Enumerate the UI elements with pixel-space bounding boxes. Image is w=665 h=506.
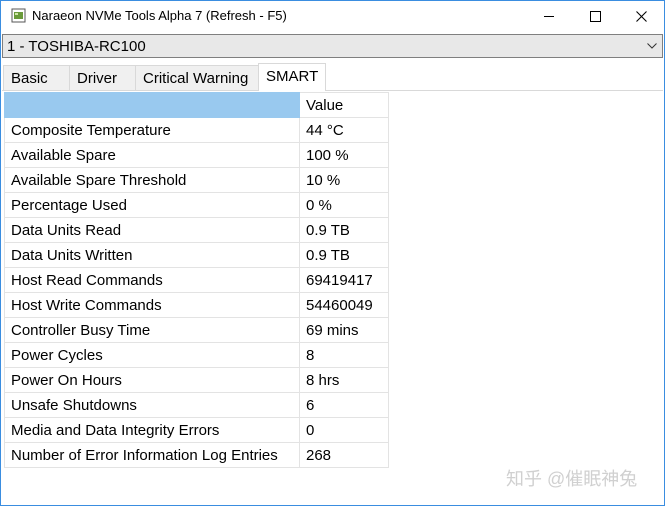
attribute-name[interactable]: Data Units Written [4, 242, 300, 268]
tab-critical-warning-label: Critical Warning [143, 70, 249, 87]
device-select-value: 1 - TOSHIBA-RC100 [7, 38, 146, 55]
attribute-value[interactable]: 6 [299, 392, 389, 418]
attribute-name[interactable]: Power On Hours [4, 367, 300, 393]
app-window: Naraeon NVMe Tools Alpha 7 (Refresh - F5… [0, 0, 665, 506]
table-row[interactable]: Available Spare Threshold 10 % [4, 167, 389, 193]
attribute-value[interactable]: 0.9 TB [299, 242, 389, 268]
table-row[interactable]: Media and Data Integrity Errors 0 [4, 417, 389, 443]
attribute-value[interactable]: 8 hrs [299, 367, 389, 393]
attribute-value[interactable]: 10 % [299, 167, 389, 193]
table-row[interactable]: Host Write Commands 54460049 [4, 292, 389, 318]
attribute-name[interactable]: Host Read Commands [4, 267, 300, 293]
table-row[interactable]: Unsafe Shutdowns 6 [4, 392, 389, 418]
smart-grid[interactable]: Value Composite Temperature 44 °C Availa… [4, 92, 389, 468]
attribute-name[interactable]: Number of Error Information Log Entries [4, 442, 300, 468]
attribute-name[interactable]: Media and Data Integrity Errors [4, 417, 300, 443]
tab-driver-label: Driver [77, 70, 117, 87]
attribute-value[interactable]: 0.9 TB [299, 217, 389, 243]
attribute-value[interactable]: 0 % [299, 192, 389, 218]
tab-driver[interactable]: Driver [69, 65, 136, 90]
attribute-name[interactable]: Percentage Used [4, 192, 300, 218]
watermark: 知乎 @催眠神兔 [506, 469, 638, 489]
attribute-value[interactable]: 268 [299, 442, 389, 468]
attribute-name[interactable]: Data Units Read [4, 217, 300, 243]
table-row[interactable]: Data Units Read 0.9 TB [4, 217, 389, 243]
close-button[interactable] [618, 1, 664, 31]
table-row[interactable]: Host Read Commands 69419417 [4, 267, 389, 293]
tab-critical-warning[interactable]: Critical Warning [135, 65, 259, 90]
tab-smart[interactable]: SMART [258, 63, 326, 91]
table-row[interactable]: Power On Hours 8 hrs [4, 367, 389, 393]
attribute-name[interactable]: Host Write Commands [4, 292, 300, 318]
table-row[interactable]: Power Cycles 8 [4, 342, 389, 368]
tab-smart-label: SMART [266, 68, 319, 85]
table-row[interactable]: Composite Temperature 44 °C [4, 117, 389, 143]
window-title: Naraeon NVMe Tools Alpha 7 (Refresh - F5… [32, 8, 287, 23]
table-row[interactable]: Data Units Written 0.9 TB [4, 242, 389, 268]
attribute-value[interactable]: 69 mins [299, 317, 389, 343]
attribute-name[interactable]: Available Spare [4, 142, 300, 168]
attribute-value[interactable]: 0 [299, 417, 389, 443]
smart-panel: Value Composite Temperature 44 °C Availa… [2, 91, 663, 505]
attribute-value[interactable]: 44 °C [299, 117, 389, 143]
grid-corner-cell[interactable] [4, 92, 300, 118]
table-row[interactable]: Number of Error Information Log Entries … [4, 442, 389, 468]
tab-basic-label: Basic [11, 70, 48, 87]
app-icon [11, 8, 26, 23]
attribute-value[interactable]: 69419417 [299, 267, 389, 293]
table-row[interactable]: Percentage Used 0 % [4, 192, 389, 218]
grid-header-row: Value [4, 92, 389, 118]
table-row[interactable]: Available Spare 100 % [4, 142, 389, 168]
minimize-button[interactable] [526, 1, 572, 31]
tab-basic[interactable]: Basic [3, 65, 70, 90]
maximize-button[interactable] [572, 1, 618, 31]
device-select[interactable]: 1 - TOSHIBA-RC100 [2, 34, 663, 58]
attribute-value[interactable]: 54460049 [299, 292, 389, 318]
attribute-name[interactable]: Composite Temperature [4, 117, 300, 143]
value-column-header[interactable]: Value [299, 92, 389, 118]
maximize-icon [589, 10, 601, 22]
attribute-name[interactable]: Available Spare Threshold [4, 167, 300, 193]
table-row[interactable]: Controller Busy Time 69 mins [4, 317, 389, 343]
minimize-icon [544, 15, 554, 17]
close-icon [635, 10, 647, 22]
attribute-value[interactable]: 8 [299, 342, 389, 368]
attribute-value[interactable]: 100 % [299, 142, 389, 168]
tab-strip: Basic Driver Critical Warning SMART [2, 63, 663, 91]
attribute-name[interactable]: Power Cycles [4, 342, 300, 368]
chevron-down-icon[interactable] [642, 35, 662, 57]
attribute-name[interactable]: Unsafe Shutdowns [4, 392, 300, 418]
title-bar[interactable]: Naraeon NVMe Tools Alpha 7 (Refresh - F5… [1, 1, 664, 31]
attribute-name[interactable]: Controller Busy Time [4, 317, 300, 343]
